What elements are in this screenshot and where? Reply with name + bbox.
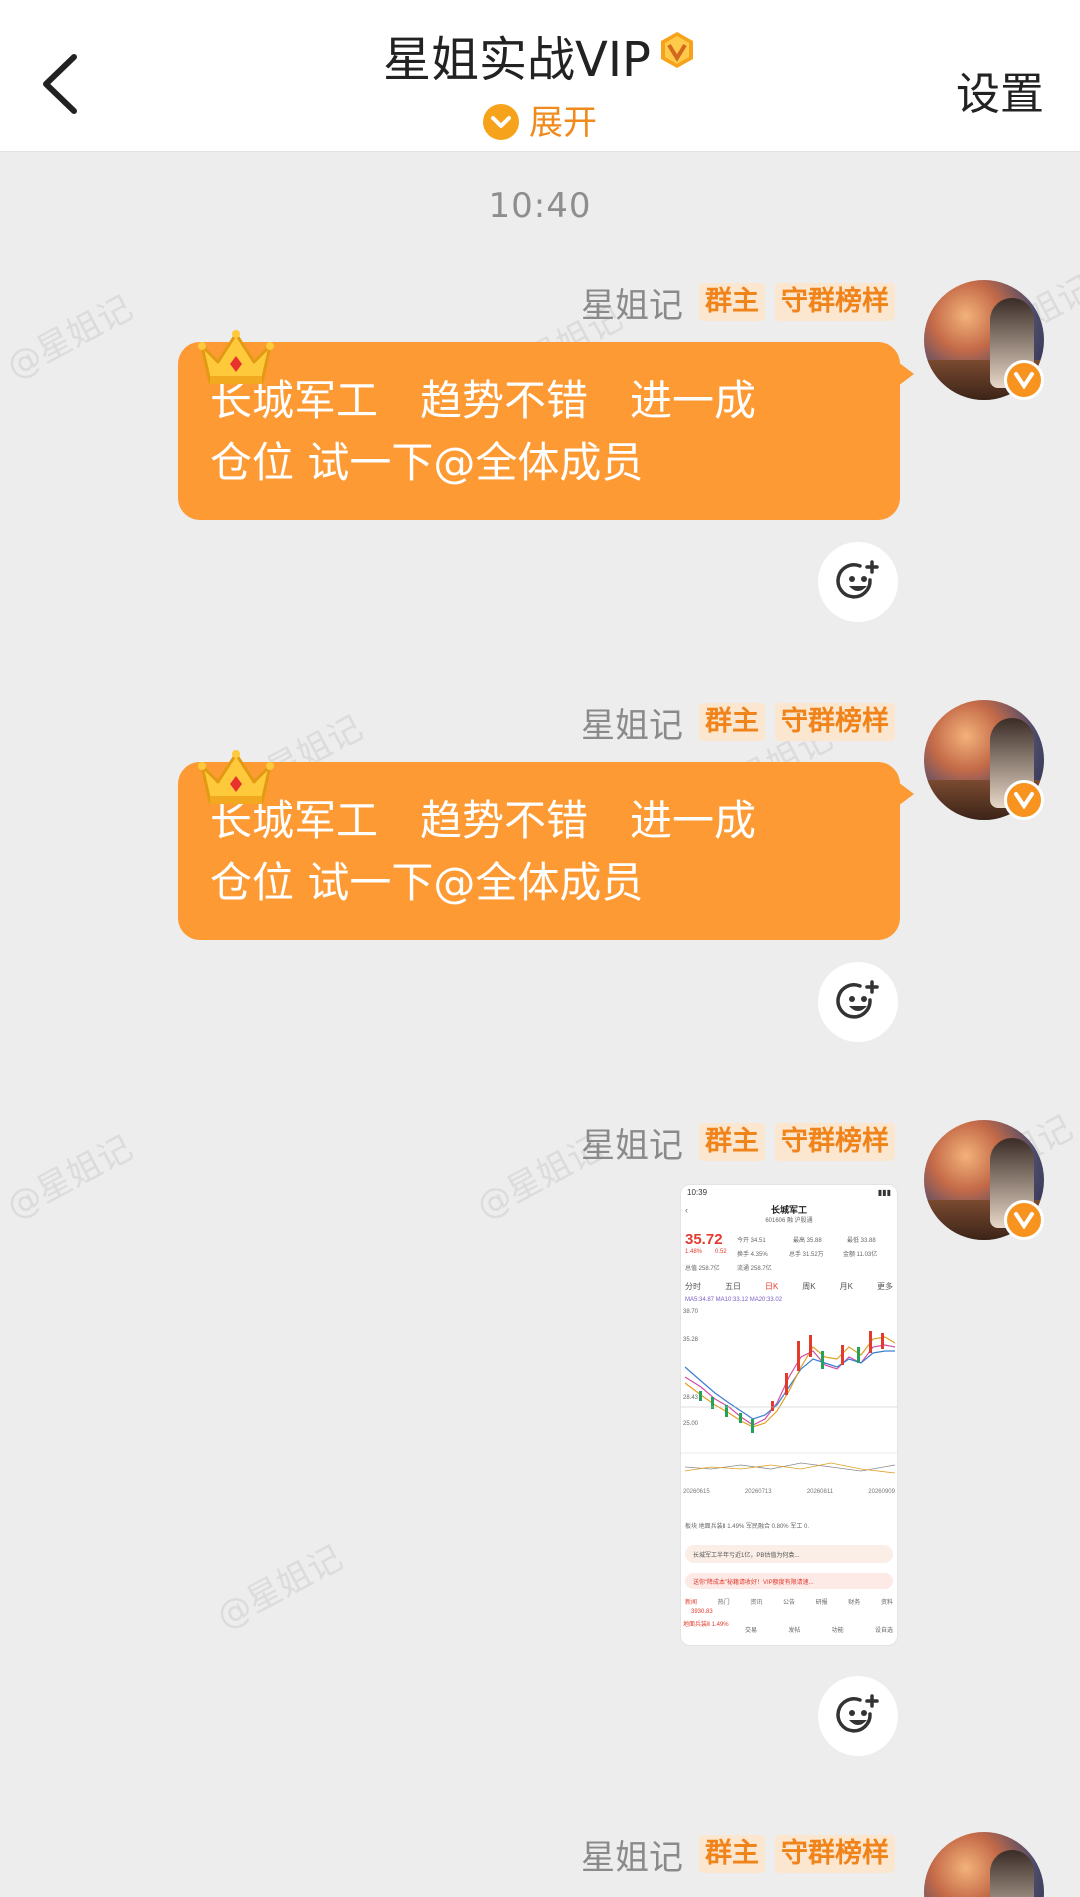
news-line: 长城军工半年亏近1亿，PB估值为何袁... (685, 1545, 893, 1563)
bottom-tab: 公告 (782, 1600, 795, 1606)
tab-monthly: 月K (839, 1282, 853, 1291)
verified-badge-icon (1004, 360, 1044, 400)
message-timestamp: 10:40 (488, 186, 592, 226)
ma-label: MA5:34.87 MA10:33.12 MA20:33.02 (685, 1297, 783, 1303)
sender-name: 星姐记 (581, 1837, 683, 1878)
expand-toggle[interactable]: 展开 (0, 100, 1080, 146)
bottom-action: 设自选 (874, 1628, 893, 1634)
bottom-tab: 热门 (717, 1600, 730, 1606)
sender-name: 星姐记 (581, 705, 683, 746)
date-tick: 20260713 (744, 1489, 772, 1495)
promo-line: 送你“降成本”秘籍请收好！VIP额度有限请速... (685, 1573, 893, 1589)
message-text-line: 仓位 试一下@全体成员 (210, 858, 644, 907)
status-time: 10:39 (687, 1188, 708, 1197)
emoji-add-icon (836, 560, 879, 599)
add-reaction-button[interactable] (818, 962, 898, 1042)
stock-screenshot-image[interactable]: 10:39 ▮▮▮ ‹ 长城军工 601606 融 沪股通 35.72 1.48… (680, 1184, 898, 1646)
tab-5day: 五日 (724, 1282, 741, 1291)
vip-badge-icon (660, 32, 693, 68)
message-text-line: 长城军工 趋势不错 进一成 (210, 376, 757, 425)
chart-tabs: 分时 五日 日K 周K 月K 更多 (685, 1281, 893, 1292)
honor-tag: 守群榜样 (775, 1835, 895, 1873)
message-bubble[interactable]: 长城军工 趋势不错 进一成 仓位 试一下@全体成员 (178, 762, 914, 940)
market-cap: 总值 258.7亿 (685, 1266, 720, 1272)
avatar[interactable] (924, 1832, 1044, 1897)
bottom-action: 交易 (745, 1628, 758, 1634)
chat-message: 星姐记 群主 守群榜样 长城军工 趋势不错 进一成 仓位 试一下@全体成员 (0, 700, 1080, 1050)
change-amt: 0.52 (715, 1249, 727, 1255)
volume-value: 总手 31.52万 (789, 1252, 824, 1258)
verified-badge-icon (1004, 1200, 1044, 1240)
kline-chart (681, 1331, 897, 1474)
tab-more: 更多 (876, 1282, 893, 1291)
sender-name: 星姐记 (581, 1125, 683, 1166)
date-tick: 20260909 (868, 1489, 895, 1495)
chat-header: 星姐实战VIP 展开 设置 (0, 0, 1080, 152)
settings-button[interactable]: 设置 (956, 58, 1044, 122)
change-pct: 1.48% (685, 1249, 703, 1255)
group-title: 星姐实战VIP (383, 32, 651, 88)
bottom-tabs: 新闻 热门 资讯 公告 研报 财务 资料 (685, 1597, 893, 1606)
turnover-value: 换手 4.35% (737, 1252, 768, 1258)
honor-tag: 守群榜样 (775, 1123, 895, 1161)
sender-name: 星姐记 (581, 285, 683, 326)
open-value: 今开 34.51 (737, 1238, 766, 1244)
emoji-add-icon (836, 980, 879, 1019)
low-value: 最低 33.88 (847, 1238, 876, 1244)
add-reaction-button[interactable] (818, 1676, 898, 1756)
bottom-tab: 资讯 (750, 1600, 763, 1606)
sender-line: 星姐记 群主 守群榜样 (581, 1832, 895, 1878)
stock-code: 601606 融 沪股通 (765, 1218, 813, 1224)
tab-minute: 分时 (685, 1282, 701, 1291)
message-bubble[interactable]: 长城军工 趋势不错 进一成 仓位 试一下@全体成员 (178, 342, 914, 520)
honor-tag: 守群榜样 (775, 283, 895, 321)
bottom-action: 功能 (831, 1628, 844, 1634)
chat-message: 星姐记 群主 守群榜样 10:39 ▮▮▮ ‹ 长城军工 601606 融 沪股… (0, 1120, 1080, 1760)
message-text-line: 长城军工 趋势不错 进一成 (210, 796, 757, 845)
amount-value: 金额 11.03亿 (843, 1252, 878, 1258)
date-tick: 20260615 (683, 1489, 710, 1495)
honor-tag: 守群榜样 (775, 703, 895, 741)
bottom-action: 发帖 (788, 1628, 801, 1634)
date-axis: 20260615 20260713 20260811 20260909 (683, 1489, 895, 1495)
owner-tag: 群主 (699, 703, 765, 741)
sender-line: 星姐记 群主 守群榜样 (581, 700, 895, 746)
float-cap: 流通 258.7亿 (737, 1266, 772, 1272)
crown-icon (198, 330, 274, 384)
owner-tag: 群主 (699, 1123, 765, 1161)
chat-message: 星姐记 群主 守群榜样 长城军工 趋势不错 进一成 仓位 试一下@全体成员 (0, 280, 1080, 630)
sender-line: 星姐记 群主 守群榜样 (581, 280, 895, 326)
emoji-add-icon (836, 1694, 879, 1733)
date-tick: 20260811 (806, 1489, 834, 1495)
bottom-value: 3930.83 (691, 1609, 713, 1615)
group-title-row[interactable]: 星姐实战VIP (0, 28, 1080, 92)
verified-badge-icon (1004, 780, 1044, 820)
tab-daily: 日K (764, 1282, 779, 1291)
chat-message: 星姐记 群主 守群榜样 (0, 1832, 1080, 1897)
sector-line: 板块 地面兵装Ⅱ 1.49% 军民融合 0.80% 军工 0. (685, 1524, 809, 1530)
bottom-tab: 资料 (880, 1600, 893, 1606)
bottom-sector: 地面兵装Ⅱ 1.49% (683, 1622, 729, 1628)
status-bar: 10:39 ▮▮▮ (681, 1185, 897, 1201)
tab-weekly: 周K (802, 1282, 816, 1291)
stock-price: 35.72 (685, 1231, 723, 1248)
bottom-actions: 交易 发帖 功能 设自选 (745, 1625, 893, 1634)
add-reaction-button[interactable] (818, 542, 898, 622)
signal-icon: ▮▮▮ (877, 1188, 891, 1197)
message-text-line: 仓位 试一下@全体成员 (210, 438, 644, 487)
expand-label: 展开 (529, 103, 597, 143)
bottom-tab: 财务 (848, 1600, 861, 1606)
chevron-down-icon (483, 104, 519, 140)
bottom-tab: 研报 (815, 1600, 828, 1606)
owner-tag: 群主 (699, 283, 765, 321)
high-value: 最高 35.88 (793, 1238, 822, 1244)
sender-line: 星姐记 群主 守群榜样 (581, 1120, 895, 1166)
bottom-tab: 新闻 (685, 1600, 698, 1606)
crown-icon (198, 750, 274, 804)
owner-tag: 群主 (699, 1835, 765, 1873)
